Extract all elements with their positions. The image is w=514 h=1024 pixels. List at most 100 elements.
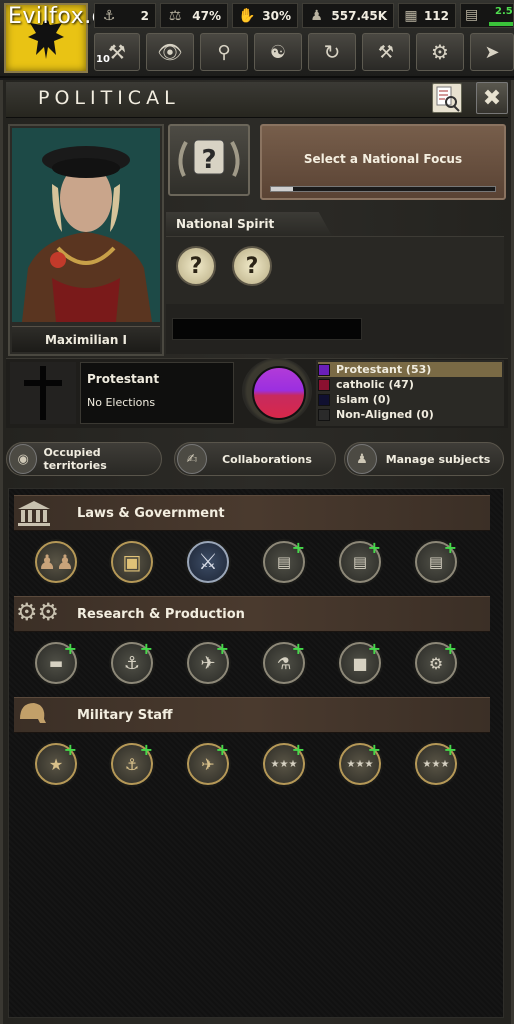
religion-symbol [10, 362, 76, 424]
military-staff-slot-chief-air[interactable]: ★★★ + [415, 740, 457, 785]
resource-value: 557.45K [331, 8, 387, 23]
add-icon: + [443, 538, 457, 557]
legend-item[interactable]: Non-Aligned (0) [318, 407, 502, 422]
diplomacy-button[interactable]: ☯ [254, 33, 302, 71]
scales-icon: ⚖ [168, 7, 182, 24]
ledger-magnifier-icon [436, 86, 460, 112]
designer-slot-tank[interactable]: ▬ + [35, 641, 77, 684]
designer-slot-aircraft[interactable]: ✈ + [187, 641, 229, 684]
add-icon: + [291, 740, 305, 759]
legend-item[interactable]: islam (0) [318, 392, 502, 407]
military-staff-slot-chief-army[interactable]: ★★★ + [263, 740, 305, 785]
military-staff-slot-navy[interactable]: ⚓ + [111, 742, 153, 785]
national-focus-progress [270, 186, 496, 192]
add-icon: + [63, 740, 77, 759]
legend-swatch [318, 393, 330, 406]
add-icon: + [443, 639, 457, 658]
factory-icon: ■ [352, 653, 368, 673]
military-staff-slot-air[interactable]: ✈ + [187, 740, 229, 785]
logistics-button[interactable]: ➤ [470, 33, 514, 71]
government-building-icon [16, 499, 52, 533]
arm-strength-icon: ✋ [238, 7, 256, 24]
resource-value: 47% [192, 8, 221, 23]
empty-field [172, 318, 362, 340]
add-icon: + [215, 740, 229, 759]
intelligence-button[interactable]: 👁 [146, 33, 194, 71]
resource-stability[interactable]: ⚖ 47% [160, 3, 228, 28]
law-slot-conscription[interactable]: ♟♟ [35, 541, 77, 583]
section-title: Military Staff [77, 708, 173, 723]
construction-icon: ⚒ [377, 41, 395, 63]
leader-portrait[interactable] [12, 128, 160, 322]
research-button[interactable]: ⚲ [200, 33, 248, 71]
resource-civilian-factories[interactable]: ▦ 112 [398, 3, 456, 28]
resource-value: 2.5 [495, 6, 513, 17]
advisor-slot[interactable]: ▤ + [263, 540, 305, 583]
designer-slot-materiel[interactable]: ⚗ + [263, 639, 305, 684]
national-spirit-slot[interactable]: ? [232, 246, 272, 286]
trade-button[interactable]: ↻ [308, 33, 356, 71]
national-spirit-header: National Spirit [166, 212, 332, 236]
add-icon: + [367, 740, 381, 759]
political-hammer-icon: ⚒ [108, 40, 126, 64]
add-icon: + [367, 538, 381, 557]
legend-swatch [318, 363, 330, 376]
national-focus-icon-button[interactable]: ? [168, 124, 250, 196]
question-laurel-icon: ? [178, 139, 240, 177]
add-icon: + [443, 740, 457, 759]
army-star-icon: ★ [48, 754, 64, 774]
resource-war-support[interactable]: ✋ 30% [232, 3, 298, 28]
resource-factories[interactable]: ⚓ 2 [94, 3, 156, 28]
construction-button[interactable]: ⚒ [362, 33, 410, 71]
section-title: Research & Production [77, 607, 245, 622]
law-slot-economy[interactable]: ⚔ [187, 541, 229, 583]
legend-item[interactable]: catholic (47) [318, 377, 502, 392]
air-wing-star-icon: ✈ [201, 754, 215, 774]
advisor-slot[interactable]: ▤ + [339, 538, 381, 583]
production-button[interactable]: ⚙ [416, 33, 464, 71]
convoy-bar [489, 22, 513, 26]
law-slot-trade[interactable]: ▣ [111, 541, 153, 583]
manage-subjects-button[interactable]: ♟ Manage subjects [344, 442, 504, 476]
military-staff-slot-army[interactable]: ★ + [35, 740, 77, 785]
question-mark-icon: ? [245, 253, 259, 279]
factory-icon: ⚓ [102, 7, 116, 24]
panel-title: POLITICAL [38, 87, 180, 109]
helmet-icon [16, 699, 48, 733]
resource-value: 30% [262, 8, 291, 23]
national-spirit-slot[interactable]: ? [176, 246, 216, 286]
government-building-icon: ▤ [352, 553, 368, 571]
stars-icon: ★★★ [422, 758, 450, 770]
national-spirit-area [166, 236, 504, 304]
government-building-icon: ▤ [428, 553, 444, 571]
trade-icon: ↻ [323, 40, 341, 64]
civilian-factory-icon: ▦ [404, 7, 418, 24]
production-gears-icon: ⚙ [431, 40, 449, 64]
resource-convoys[interactable]: ▤ 2.5 [460, 3, 514, 28]
leader-portrait-image [12, 128, 160, 322]
designer-slot-industry[interactable]: ■ + [339, 641, 381, 684]
designer-slot-naval[interactable]: ⚓ + [111, 641, 153, 684]
occupied-territories-button[interactable]: ◉ Occupied territories [6, 442, 162, 476]
gears-icon: ⚙ [428, 653, 444, 673]
tank-icon: ▬ [48, 654, 64, 672]
legend-label: catholic (47) [336, 378, 414, 391]
add-icon: + [291, 639, 305, 658]
convoy-icon: ▤ [465, 7, 479, 23]
ideology-pie-chart[interactable] [252, 366, 306, 420]
soldiers-icon: ♟♟ [38, 550, 74, 574]
advisor-slot[interactable]: ▤ + [415, 538, 457, 583]
legend-item[interactable]: Protestant (53) [318, 362, 502, 377]
button-label: Collaborations [222, 452, 312, 466]
resource-manpower[interactable]: ♟ 557.45K [302, 3, 394, 28]
resource-value: 2 [140, 8, 149, 23]
military-staff-slot-chief-navy[interactable]: ★★★ + [339, 740, 381, 785]
cross-icon [24, 366, 62, 420]
close-button[interactable]: ✖ [476, 82, 508, 114]
legend-label: Protestant (53) [336, 363, 432, 376]
political-button[interactable]: ⚒ [94, 33, 140, 71]
ledger-button[interactable] [432, 83, 462, 113]
intelligence-eye-icon: 👁 [157, 40, 183, 64]
designer-slot-theorist[interactable]: ⚙ + [415, 639, 457, 684]
collaborations-button[interactable]: ✍ Collaborations [174, 442, 336, 476]
